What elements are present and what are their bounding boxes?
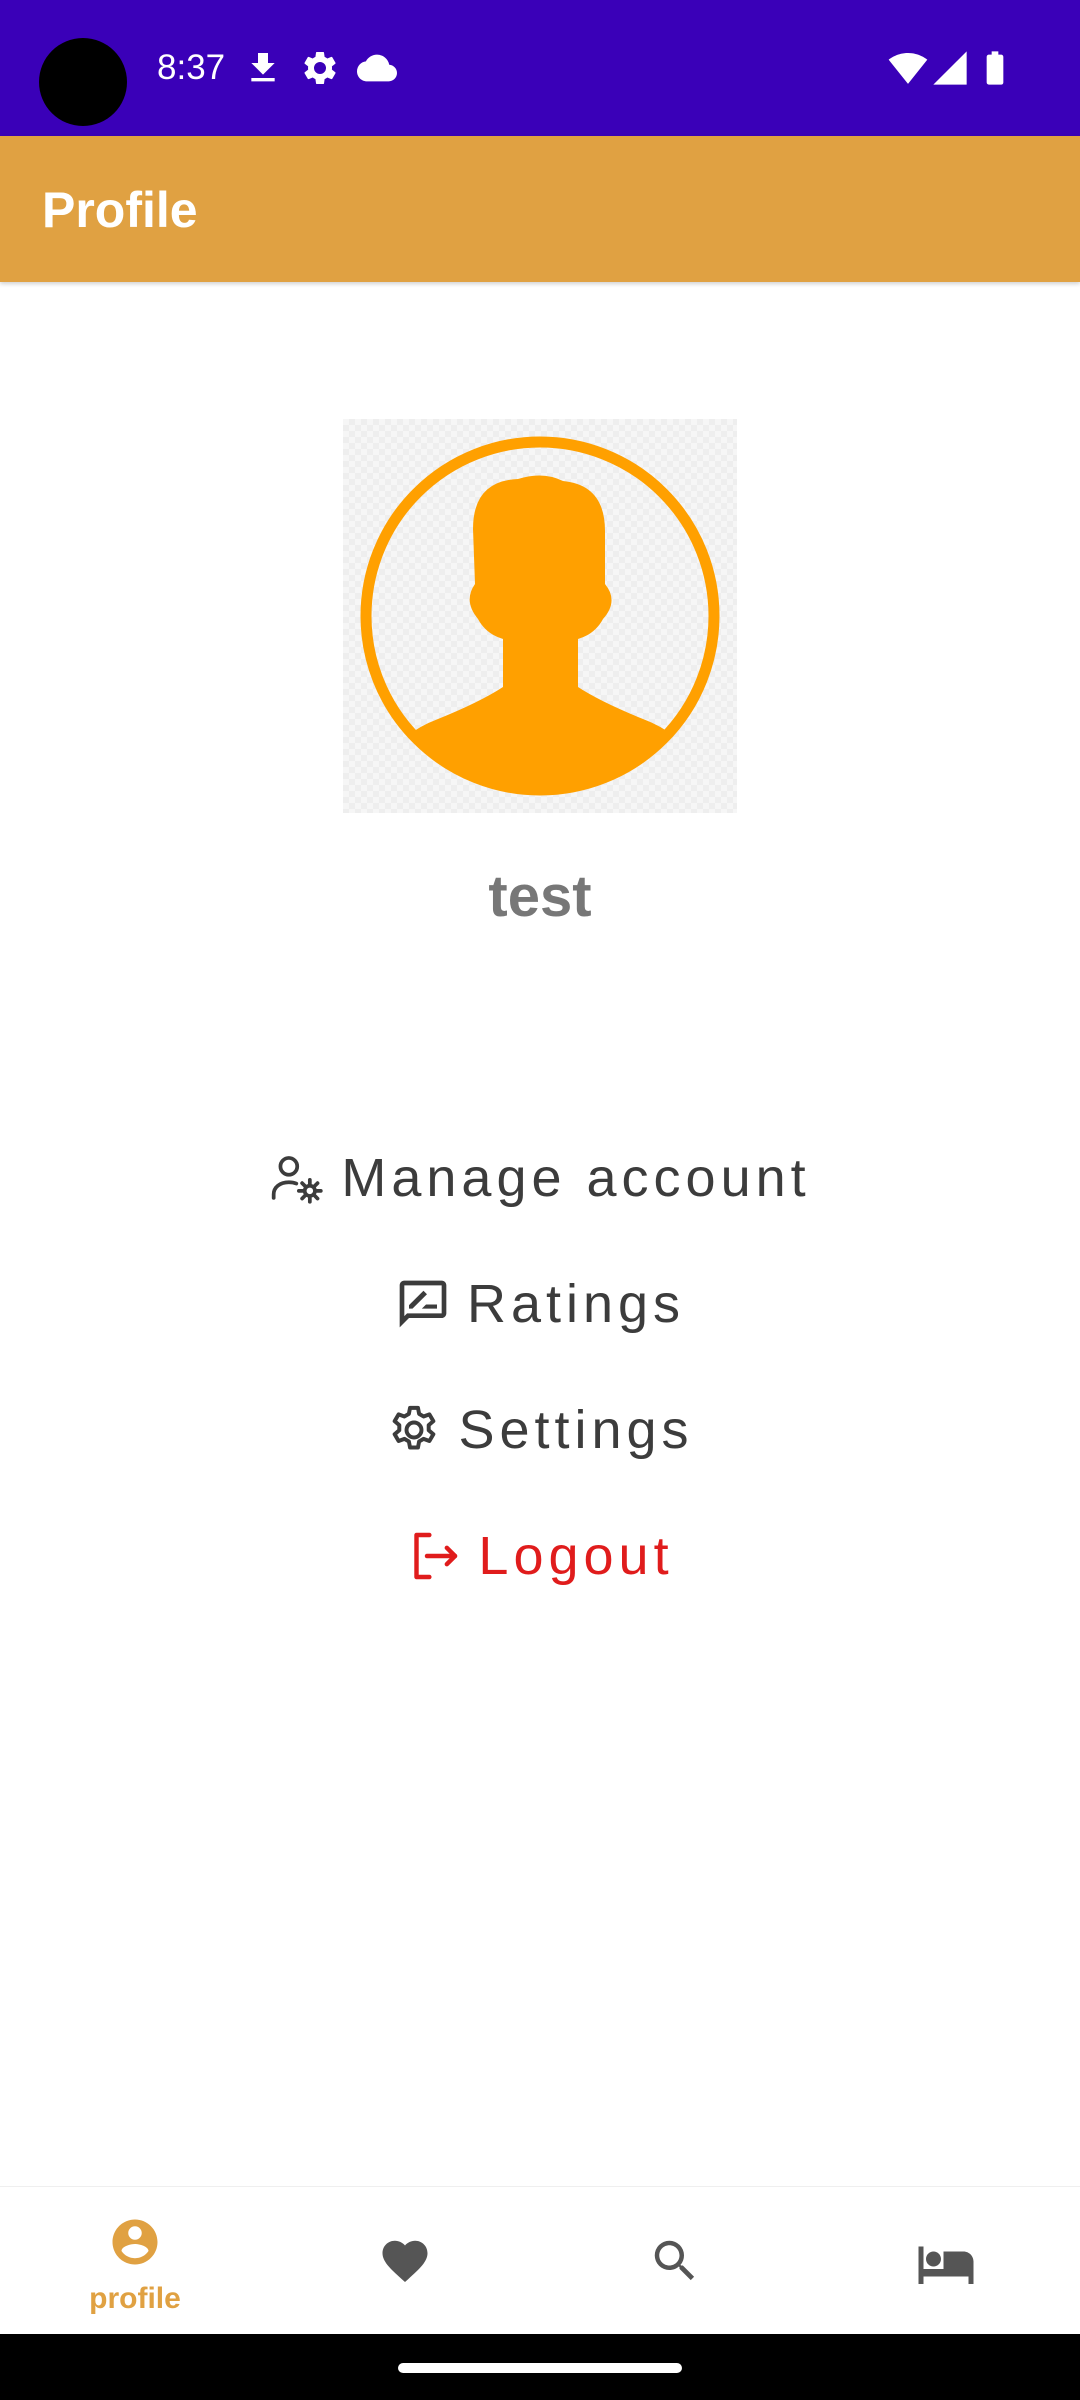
heart-icon <box>382 2240 428 2283</box>
download-icon <box>251 53 275 82</box>
nav-item-favorites[interactable] <box>270 2187 540 2335</box>
page-title: Profile <box>42 182 198 238</box>
bottom-navigation: profile <box>0 2186 1080 2335</box>
logout-label: Logout <box>478 1526 674 1586</box>
status-time: 8:37 <box>157 48 226 87</box>
nav-item-profile[interactable]: profile <box>0 2187 270 2335</box>
manage-account-button[interactable]: Manage account <box>0 1133 1080 1223</box>
settings-label: Settings <box>458 1400 694 1460</box>
user-gear-icon <box>272 1156 324 1204</box>
signal-icon <box>933 51 967 85</box>
wifi-icon <box>888 53 928 84</box>
bed-icon <box>918 2246 974 2284</box>
logout-button[interactable]: Logout <box>0 1511 1080 1601</box>
status-bar: 8:37 <box>0 0 1080 136</box>
rate-review-icon <box>399 1280 447 1328</box>
settings-gear-icon <box>304 51 336 84</box>
ratings-button[interactable]: Ratings <box>0 1259 1080 1349</box>
system-navigation-bar <box>0 2334 1080 2400</box>
app-bar: Profile <box>0 136 1080 282</box>
account-circle-icon <box>112 2219 158 2265</box>
profile-avatar[interactable] <box>343 419 737 813</box>
nav-item-hotels[interactable] <box>810 2187 1080 2335</box>
logout-icon <box>414 1532 458 1580</box>
gear-icon <box>393 1405 436 1450</box>
manage-account-label: Manage account <box>341 1148 811 1208</box>
username: test <box>488 864 592 929</box>
settings-button[interactable]: Settings <box>0 1385 1080 1475</box>
search-icon <box>654 2240 695 2281</box>
user-avatar-icon <box>360 436 720 796</box>
cloud-icon <box>357 54 397 82</box>
camera-cutout <box>39 38 127 126</box>
ratings-label: Ratings <box>466 1274 686 1334</box>
nav-label-profile: profile <box>89 2282 181 2315</box>
home-gesture-pill[interactable] <box>398 2363 682 2373</box>
nav-item-search[interactable] <box>540 2187 810 2335</box>
battery-icon <box>986 51 1004 85</box>
